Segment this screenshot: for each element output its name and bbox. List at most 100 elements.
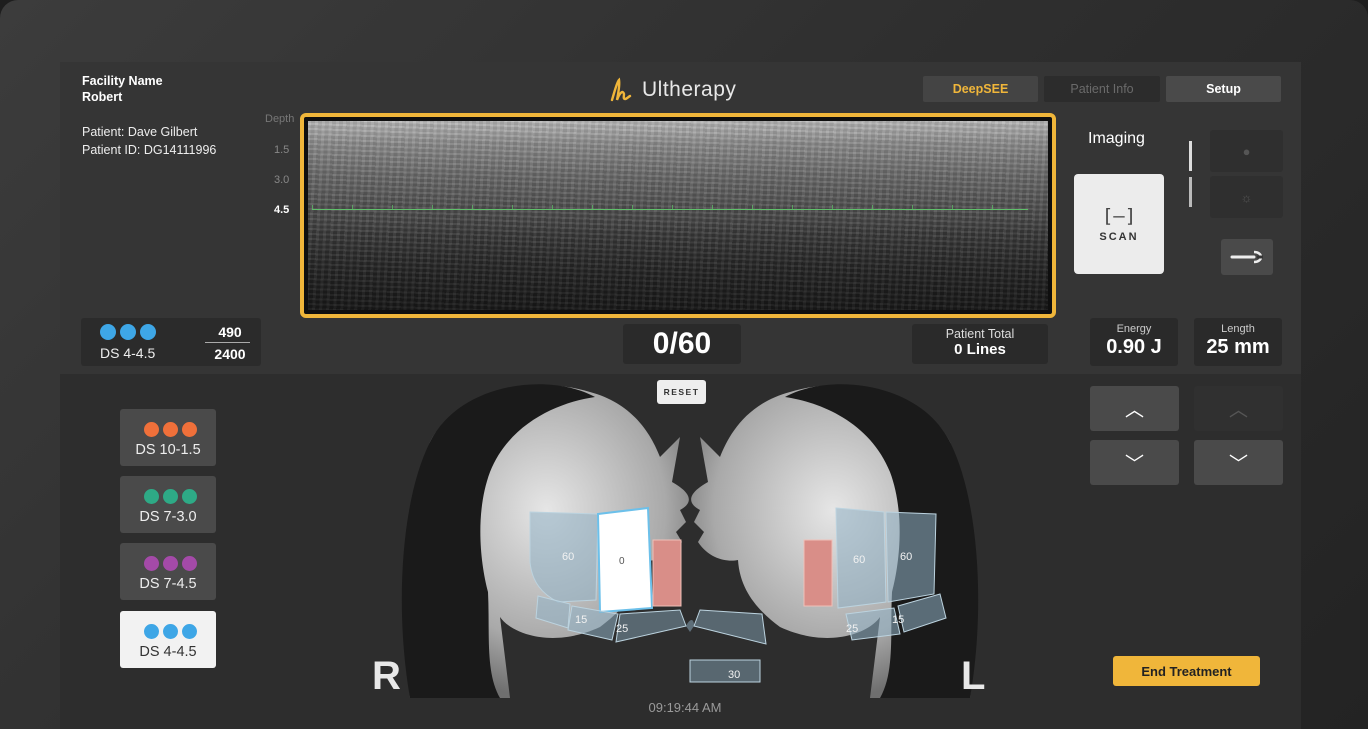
transducer-dot [144, 422, 159, 437]
transducer-dot [182, 489, 197, 504]
transducer-dots [100, 324, 156, 340]
tab-setup[interactable]: Setup [1166, 76, 1281, 102]
transducer-dot [144, 556, 159, 571]
chevron-up-icon: ︿ [1124, 400, 1144, 421]
treatment-depth-line [312, 209, 1028, 210]
energy-value: 0.90 J [1106, 336, 1162, 358]
transducer-dot [163, 624, 178, 639]
transducer-dots [144, 489, 197, 504]
transducer-option[interactable]: DS 7-4.5 [120, 543, 216, 600]
treatment-screen: Facility Name Robert Patient: Dave Gilbe… [60, 62, 1301, 729]
transducer-dot [182, 422, 197, 437]
transducer-option[interactable]: DS 10-1.5 [120, 409, 216, 466]
side-label-right: R [372, 654, 401, 698]
zone-label: 60 [853, 554, 865, 566]
energy-display: Energy 0.90 J [1090, 318, 1178, 366]
wrench-icon [1230, 250, 1263, 264]
chevron-down-icon: ﹀ [1228, 454, 1248, 475]
face-treatment-map: 60 0 15 25 30 60 60 25 15 [401, 384, 979, 698]
transducer-lines-total: 2400 [214, 346, 246, 362]
transducer-dots [144, 624, 197, 639]
slider-segment [1189, 141, 1192, 171]
energy-label: Energy [1116, 323, 1152, 335]
scan-button[interactable]: [–] SCAN [1074, 174, 1164, 274]
zone-label: 30 [728, 669, 740, 681]
transducer-option-label: DS 4-4.5 [139, 644, 197, 660]
clock: 09:19:44 AM [648, 700, 722, 715]
length-display: Length 25 mm [1194, 318, 1282, 366]
transducer-dots [144, 556, 197, 571]
ultrasound-scan [308, 121, 1048, 310]
slider-segment [1189, 177, 1192, 207]
brightness-slider[interactable] [1189, 141, 1192, 207]
transducer-dots [144, 422, 197, 437]
zone-label: 25 [846, 623, 858, 635]
depth-header: Depth [265, 113, 295, 125]
chevron-up-icon: ︿ [1228, 400, 1248, 421]
transducer-dot [100, 324, 116, 340]
transducer-option-label: DS 10-1.5 [135, 442, 201, 458]
zone-label: 25 [616, 623, 628, 635]
brightness-down-button[interactable]: ☼ [1210, 176, 1283, 218]
transducer-option[interactable]: DS 7-3.0 [120, 476, 216, 533]
transducer-dot [163, 489, 178, 504]
chin-zone [689, 659, 761, 683]
scan-label: SCAN [1099, 231, 1139, 243]
zone-label: 15 [575, 614, 587, 626]
tab-patient-info[interactable]: Patient Info [1044, 76, 1160, 102]
transducer-dot [163, 422, 178, 437]
chevron-down-icon: ﹀ [1124, 454, 1144, 475]
transducer-dot [163, 556, 178, 571]
transducer-dot [120, 324, 136, 340]
zone-label: 60 [562, 551, 574, 563]
length-value: 25 mm [1206, 336, 1270, 358]
zone-label: 15 [892, 614, 904, 626]
patient-info: Patient: Dave Gilbert Patient ID: DG1411… [82, 123, 216, 159]
patient-total: Patient Total 0 Lines [912, 324, 1048, 364]
depth-tick: 1.5 [274, 144, 290, 156]
line-counter: 0/60 [623, 324, 741, 364]
lines-divider [205, 342, 250, 343]
depth-tick: 3.0 [274, 174, 290, 186]
patient-name: Patient: Dave Gilbert [82, 125, 198, 139]
length-label: Length [1221, 323, 1255, 335]
patient-total-title: Patient Total [945, 327, 1015, 341]
zone-label-active: 0 [619, 556, 625, 567]
chin-zone [686, 620, 694, 632]
transducer-dot [144, 489, 159, 504]
settings-button[interactable] [1221, 239, 1273, 275]
transducer-label: DS 4-4.5 [100, 345, 156, 361]
brightness-low-icon: ☼ [1240, 189, 1253, 205]
patient-total-value: 0 Lines [954, 341, 1006, 358]
transducer-dot [182, 556, 197, 571]
logo-text: Ultherapy [642, 78, 737, 101]
transducer-dot [182, 624, 197, 639]
transducer-option-label: DS 7-3.0 [139, 509, 197, 525]
ultrasound-image [300, 113, 1056, 318]
facility-name: Facility Name [82, 74, 163, 88]
operator-name: Robert [82, 90, 123, 104]
facility-info: Facility Name Robert [82, 73, 163, 105]
ultherapy-mark-icon [610, 77, 632, 102]
energy-down-button[interactable]: ﹀ [1090, 440, 1179, 485]
transducer-dot [144, 624, 159, 639]
brightness-up-button[interactable]: ● [1210, 130, 1283, 172]
current-transducer-card: DS 4-4.5 490 2400 [81, 318, 261, 366]
scan-icon: [–] [1101, 205, 1137, 227]
side-label-left: L [961, 654, 986, 698]
patient-id: Patient ID: DG14111996 [82, 143, 217, 157]
energy-up-button[interactable]: ︿ [1090, 386, 1179, 431]
transducer-option-selected[interactable]: DS 4-4.5 [120, 611, 216, 668]
brightness-high-icon: ● [1242, 143, 1251, 159]
length-down-button[interactable]: ﹀ [1194, 440, 1283, 485]
end-treatment-button[interactable]: End Treatment [1113, 656, 1260, 686]
transducer-dot [140, 324, 156, 340]
ultherapy-logo: Ultherapy [608, 74, 808, 106]
length-up-button[interactable]: ︿ [1194, 386, 1283, 431]
transducer-option-label: DS 7-4.5 [139, 576, 197, 592]
depth-tick-active: 4.5 [274, 204, 290, 216]
tab-deepsee[interactable]: DeepSEE [923, 76, 1038, 102]
imaging-label: Imaging [1088, 130, 1145, 147]
transducer-lines-used: 490 [218, 324, 242, 340]
zone-label: 60 [900, 551, 912, 563]
